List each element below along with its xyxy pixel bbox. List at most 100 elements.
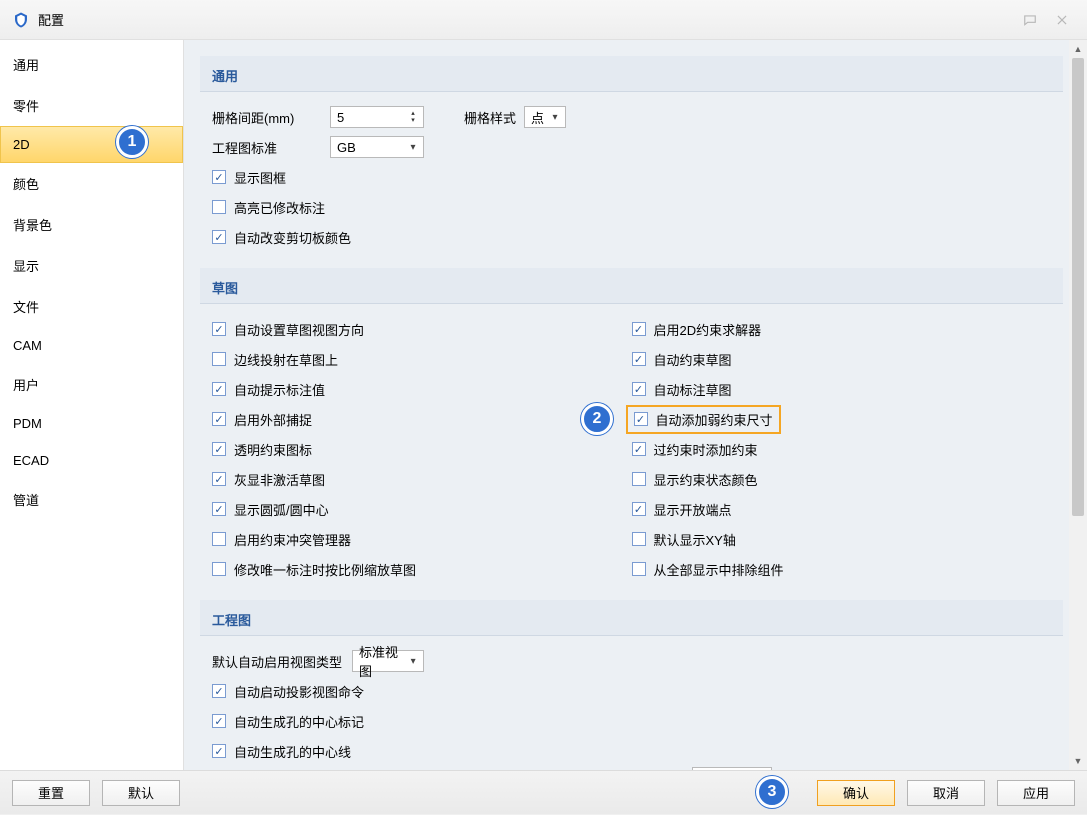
checkbox-label: 默认显示XY轴	[654, 530, 736, 549]
checkbox[interactable]	[632, 352, 646, 366]
grid-style-select[interactable]: 点	[524, 106, 566, 128]
checkbox[interactable]	[212, 382, 226, 396]
chevron-down-icon	[409, 658, 417, 665]
checkbox[interactable]	[632, 472, 646, 486]
checkbox-label: 自动生成孔的中心标记	[234, 712, 364, 731]
window-title: 配置	[38, 10, 1011, 29]
annotation-badge-3: 3	[756, 776, 788, 808]
sidebar-item-label: 背景色	[13, 218, 52, 233]
sidebar-item-label: ECAD	[13, 453, 49, 468]
checkbox[interactable]	[632, 442, 646, 456]
scrollbar-track[interactable]	[1069, 58, 1087, 752]
sidebar-item-user[interactable]: 用户	[0, 364, 183, 405]
grid-spacing-value: 5	[337, 110, 344, 125]
checkbox-label: 自动标注草图	[654, 380, 732, 399]
sidebar-item-color[interactable]: 颜色	[0, 163, 183, 204]
checkbox[interactable]	[212, 412, 226, 426]
sidebar-item-file[interactable]: 文件	[0, 286, 183, 327]
sidebar-item-2d[interactable]: 2D	[0, 126, 183, 163]
section-body-drawing: 默认自动启用视图类型 标准视图 自动启动投影视图命令 自动生成孔的中心标记 自动…	[200, 636, 1063, 770]
checkbox[interactable]	[632, 532, 646, 546]
checkbox-label: 显示圆弧/圆中心	[234, 500, 329, 519]
default-view-type-label: 默认自动启用视图类型	[212, 652, 342, 671]
checkbox[interactable]	[212, 714, 226, 728]
checkbox-label: 显示开放端点	[654, 500, 732, 519]
checkbox[interactable]	[212, 562, 226, 576]
sidebar-item-bgcolor[interactable]: 背景色	[0, 204, 183, 245]
sidebar-item-label: 文件	[13, 300, 39, 315]
checkbox-label: 自动生成孔的中心线	[234, 742, 351, 761]
checkbox[interactable]	[632, 502, 646, 516]
default-view-type-select[interactable]: 标准视图	[352, 650, 424, 672]
checkbox[interactable]	[632, 382, 646, 396]
ok-button[interactable]: 确认	[817, 780, 895, 806]
sidebar-item-pdm[interactable]: PDM	[0, 405, 183, 442]
button-label: 应用	[1023, 783, 1049, 802]
sidebar-item-label: CAM	[13, 338, 42, 353]
min-angle-input[interactable]: 100 ▴▾	[692, 767, 772, 770]
sidebar-item-ecad[interactable]: ECAD	[0, 442, 183, 479]
sidebar-item-general[interactable]: 通用	[0, 44, 183, 85]
cancel-button[interactable]: 取消	[907, 780, 985, 806]
drawing-std-label: 工程图标准	[212, 138, 330, 157]
auto-clip-color-label: 自动改变剪切板颜色	[234, 228, 351, 247]
sketch-right-column: 启用2D约束求解器 自动约束草图 自动标注草图 自动添加弱约束尺寸 过约束时添加…	[632, 314, 1052, 584]
sidebar: 通用 零件 2D 颜色 背景色 显示 文件 CAM 用户 PDM ECAD 管道	[0, 40, 184, 770]
checkbox[interactable]	[632, 562, 646, 576]
vertical-scrollbar[interactable]: ▲ ▼	[1069, 40, 1087, 770]
section-header-sketch: 草图	[200, 268, 1063, 304]
checkbox[interactable]	[212, 532, 226, 546]
sidebar-item-cam[interactable]: CAM	[0, 327, 183, 364]
checkbox-label: 自动约束草图	[654, 350, 732, 369]
highlighted-option: 自动添加弱约束尺寸	[626, 405, 781, 434]
sidebar-item-pipe[interactable]: 管道	[0, 479, 183, 520]
auto-clip-color-checkbox[interactable]	[212, 230, 226, 244]
sidebar-item-part[interactable]: 零件	[0, 85, 183, 126]
min-angle-label: 最小角度	[632, 769, 684, 771]
feedback-icon[interactable]	[1017, 11, 1043, 29]
checkbox[interactable]	[212, 744, 226, 758]
grid-spacing-label: 栅格间距(mm)	[212, 108, 330, 127]
grid-spacing-input[interactable]: 5 ▴▾	[330, 106, 424, 128]
highlight-modified-checkbox[interactable]	[212, 200, 226, 214]
button-label: 默认	[128, 783, 154, 802]
checkbox[interactable]	[212, 322, 226, 336]
auto-weak-dim-checkbox[interactable]	[634, 412, 648, 426]
section-body-sketch: 自动设置草图视图方向 边线投射在草图上 自动提示标注值 启用外部捕捉 透明约束图…	[200, 304, 1063, 600]
apply-button[interactable]: 应用	[997, 780, 1075, 806]
checkbox[interactable]	[212, 472, 226, 486]
checkbox[interactable]	[212, 442, 226, 456]
sidebar-item-label: 通用	[13, 58, 39, 73]
checkbox[interactable]	[632, 322, 646, 336]
title-bar: 配置	[0, 0, 1087, 40]
sidebar-item-display[interactable]: 显示	[0, 245, 183, 286]
checkbox[interactable]	[212, 684, 226, 698]
checkbox-label: 透明约束图标	[234, 440, 312, 459]
checkbox-label: 启用外部捕捉	[234, 410, 312, 429]
scroll-down-icon[interactable]: ▼	[1069, 752, 1087, 770]
sketch-left-column: 自动设置草图视图方向 边线投射在草图上 自动提示标注值 启用外部捕捉 透明约束图…	[212, 314, 632, 584]
annotation-badge-1: 1	[116, 126, 148, 158]
button-label: 取消	[933, 783, 959, 802]
default-button[interactable]: 默认	[102, 780, 180, 806]
grid-style-label: 栅格样式	[464, 108, 524, 127]
reset-button[interactable]: 重置	[12, 780, 90, 806]
show-frame-checkbox[interactable]	[212, 170, 226, 184]
checkbox-label: 过约束时添加约束	[654, 440, 758, 459]
checkbox[interactable]	[212, 352, 226, 366]
checkbox-label: 自动设置草图视图方向	[234, 320, 364, 339]
section-header-drawing: 工程图	[200, 600, 1063, 636]
drawing-std-select[interactable]: GB	[330, 136, 424, 158]
checkbox-label: 自动生成圆柱面和圆锥面的中心标记	[234, 769, 442, 771]
highlight-modified-label: 高亮已修改标注	[234, 198, 325, 217]
scroll-up-icon[interactable]: ▲	[1069, 40, 1087, 58]
annotation-badge-2: 2	[581, 403, 613, 435]
checkbox[interactable]	[212, 502, 226, 516]
drawing-std-value: GB	[337, 140, 356, 155]
close-icon[interactable]	[1049, 11, 1075, 29]
scrollbar-thumb[interactable]	[1072, 58, 1084, 516]
body: 通用 零件 2D 颜色 背景色 显示 文件 CAM 用户 PDM ECAD 管道…	[0, 40, 1087, 770]
spinner-icon[interactable]: ▴▾	[409, 110, 417, 124]
checkbox-label: 自动添加弱约束尺寸	[656, 410, 773, 429]
chevron-down-icon	[551, 114, 559, 121]
